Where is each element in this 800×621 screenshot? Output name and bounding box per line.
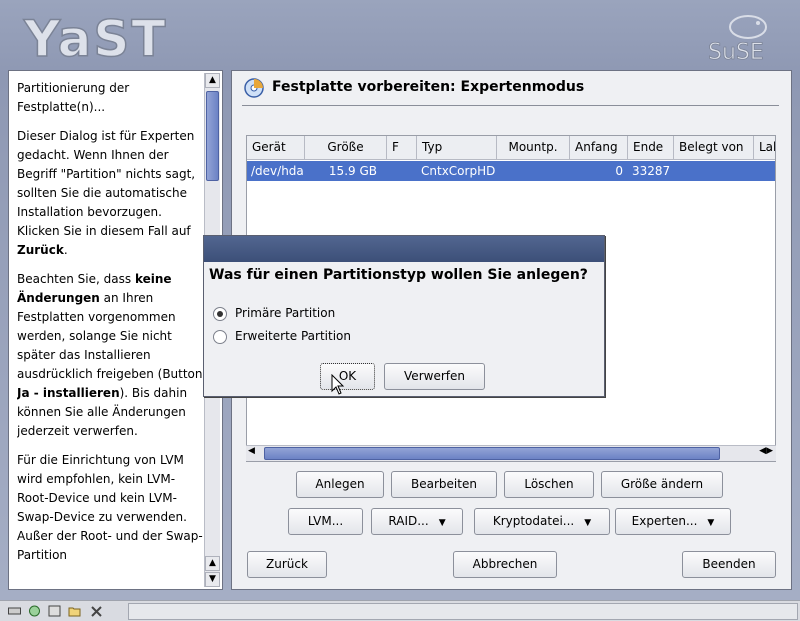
crypto-button[interactable]: Kryptodatei... ▼ — [474, 508, 610, 535]
floppy-icon[interactable] — [48, 605, 61, 617]
help-paragraph-1: Partitionierung der Festplatte(n)... — [17, 81, 130, 114]
table-row[interactable]: /dev/hda 15.9 GB CntxCorpHD 0 33287 — [247, 161, 775, 181]
help-text: Partitionierung der Festplatte(n)... Die… — [17, 79, 205, 584]
help-paragraph-3: Beachten Sie, dass keine Änderungen an I… — [17, 272, 203, 438]
resize-button[interactable]: Größe ändern — [601, 471, 723, 498]
radio-primary-partition[interactable]: Primäre Partition — [213, 305, 393, 323]
svg-text:SuSE: SuSE — [708, 40, 764, 65]
column-header[interactable]: F — [387, 136, 417, 160]
discard-button[interactable]: Verwerfen — [384, 363, 485, 390]
radio-label: Erweiterte Partition — [235, 329, 351, 343]
page-title: Festplatte vorbereiten: Expertenmodus — [272, 79, 585, 95]
column-header[interactable]: Gerät — [247, 136, 305, 160]
help-paragraph-2: Dieser Dialog ist für Experten gedacht. … — [17, 129, 196, 257]
cell-used-by — [674, 161, 754, 181]
cell-device: /dev/hda — [251, 164, 304, 178]
chevron-down-icon: ▼ — [438, 518, 446, 528]
cell-f — [387, 161, 417, 181]
column-header[interactable]: Typ — [417, 136, 497, 160]
column-header[interactable]: Belegt von — [674, 136, 754, 160]
radio-label: Primäre Partition — [235, 306, 336, 320]
finish-button[interactable]: Beenden — [682, 551, 776, 578]
table-hscrollbar-thumb[interactable] — [264, 447, 720, 460]
ok-button[interactable]: OK — [320, 363, 375, 390]
dialog-titlebar[interactable] — [204, 236, 604, 262]
taskbar-field — [128, 603, 798, 620]
radio-extended-partition[interactable]: Erweiterte Partition — [213, 328, 393, 346]
scroll-up-arrow-icon[interactable]: ▲ — [205, 556, 220, 571]
raid-button[interactable]: RAID... ▼ — [371, 508, 463, 535]
taskbar — [0, 600, 800, 621]
column-header[interactable]: Ende — [628, 136, 674, 160]
network-icon[interactable] — [28, 605, 41, 617]
dialog-question: Was für einen Partitionstyp wollen Sie a… — [209, 267, 588, 283]
partition-type-dialog: Was für einen Partitionstyp wollen Sie a… — [203, 235, 605, 397]
delete-button[interactable]: Löschen — [504, 471, 594, 498]
disk-icon — [244, 78, 264, 98]
tools-icon[interactable] — [90, 605, 103, 617]
column-header[interactable]: Anfang — [570, 136, 628, 160]
column-header[interactable]: Mountp. — [497, 136, 570, 160]
scroll-right-arrow-icon[interactable]: ◀▶ — [759, 446, 773, 456]
lvm-button[interactable]: LVM... — [288, 508, 363, 535]
column-header[interactable]: Lab — [754, 136, 775, 160]
folder-icon[interactable] — [68, 605, 81, 617]
radio-unselected-icon[interactable] — [213, 330, 227, 344]
title-divider — [242, 105, 779, 106]
expert-button[interactable]: Experten... ▼ — [615, 508, 731, 535]
cell-end: 33287 — [632, 164, 671, 178]
scroll-down-arrow-icon[interactable]: ▼ — [205, 572, 220, 587]
help-panel: Partitionierung der Festplatte(n)... Die… — [8, 70, 223, 590]
help-paragraph-4: Für die Einrichtung von LVM wird empfohl… — [17, 453, 203, 562]
scroll-left-arrow-icon[interactable]: ◀ — [248, 446, 255, 456]
edit-button[interactable]: Bearbeiten — [391, 471, 497, 498]
chevron-down-icon: ▼ — [584, 518, 592, 528]
cell-mount — [497, 161, 570, 181]
chevron-down-icon: ▼ — [707, 518, 715, 528]
abort-button[interactable]: Abbrechen — [453, 551, 557, 578]
help-scrollbar-thumb[interactable] — [206, 91, 219, 181]
column-header[interactable]: Größe — [305, 136, 387, 160]
logo-text: YaST — [23, 10, 167, 65]
radio-selected-icon[interactable] — [213, 307, 227, 321]
yast-logo: YaST — [22, 10, 167, 65]
create-button[interactable]: Anlegen — [296, 471, 384, 498]
mouse-pointer-icon — [331, 374, 345, 395]
back-button[interactable]: Zurück — [247, 551, 327, 578]
cell-start: 0 — [615, 164, 623, 178]
cell-type: CntxCorpHD — [421, 164, 496, 178]
disk-drive-icon[interactable] — [8, 605, 21, 617]
table-hscrollbar[interactable]: ◀ ◀▶ — [246, 445, 776, 461]
table-header: Gerät Größe F Typ Mountp. Anfang Ende Be… — [247, 136, 775, 160]
cell-size: 15.9 GB — [328, 164, 377, 178]
scroll-up-arrow-icon[interactable]: ▲ — [205, 73, 220, 88]
suse-logo: SuSE — [708, 15, 767, 65]
